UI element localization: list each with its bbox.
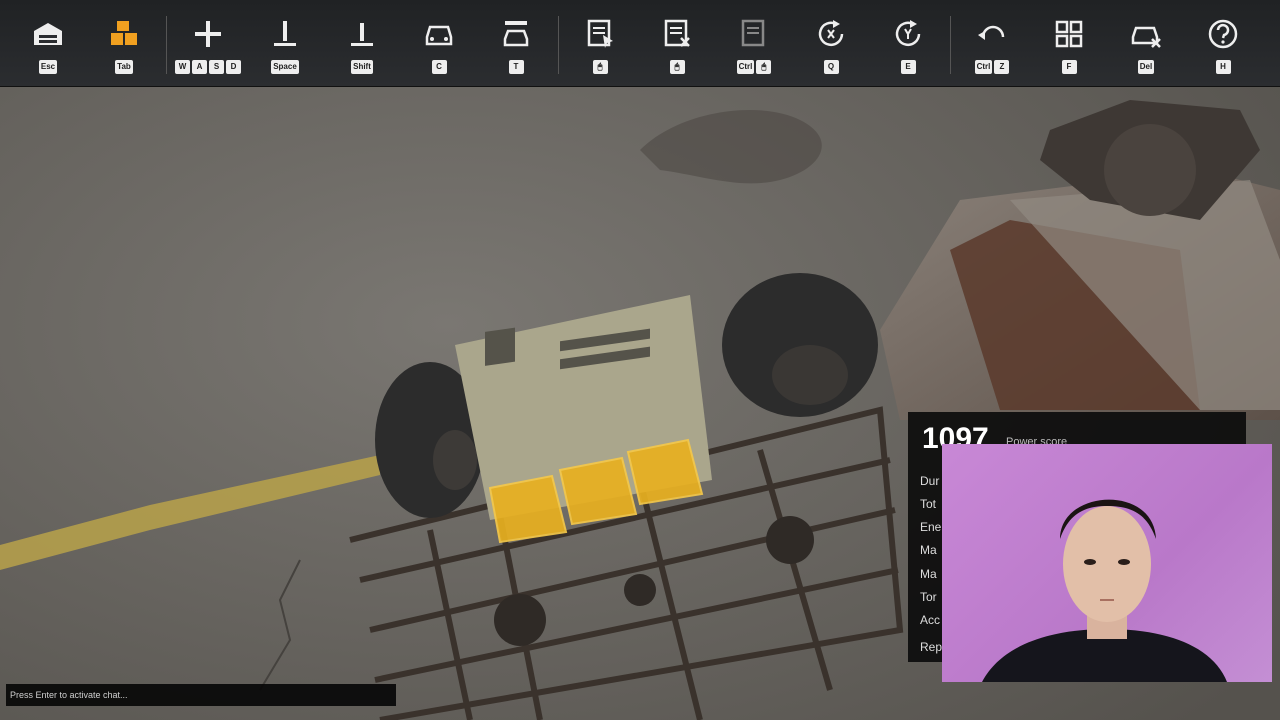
keybind: C [403,60,475,74]
stat-label: Ma [920,543,937,557]
car-delete-icon [1126,14,1166,54]
keybind: T [480,60,552,74]
place-part-button[interactable]: 🖱 [564,14,636,78]
undo-button[interactable]: Ctrl Z [956,14,1028,78]
stat-label: Ene [920,520,942,534]
chat-input[interactable]: Press Enter to activate chat... [6,684,396,706]
move-button[interactable]: W A S D [172,14,244,78]
camera-down-icon [342,14,382,54]
stat-label: Acc [920,613,941,627]
undo-icon [972,14,1012,54]
streamer-figure [982,499,1227,682]
grid-icon [1049,14,1089,54]
keybind: F [1033,60,1105,74]
car-view-icon [419,14,459,54]
remove-part-button[interactable]: 🖱 [641,14,713,78]
place-part-icon [580,14,620,54]
move-icon [188,14,228,54]
garage-button[interactable]: Esc [12,14,84,78]
keybind: Del [1110,60,1182,74]
wheel-right-hub [772,345,848,405]
camera-up-button[interactable]: Space [249,14,321,78]
car-delete-button[interactable]: Del [1110,14,1182,78]
wheel-left-hub [433,430,477,490]
camera-up-icon [265,14,305,54]
paint-part-button[interactable]: Ctrl 🖱 [718,14,790,78]
keybind: Space [249,60,321,74]
keybind: Shift [326,60,398,74]
stat-label: Tot [920,497,937,511]
keybind: W A S D [172,60,244,74]
keybind: Ctrl Z [956,60,1028,74]
paint-part-icon [734,14,774,54]
rotate-y-button[interactable]: E [872,14,944,78]
help-icon [1203,14,1243,54]
keybind: E [872,60,944,74]
car-lift-button[interactable]: T [480,14,552,78]
toolbar-divider [166,16,167,74]
keybind: 🖱 [564,60,636,74]
stat-label: Dur [920,474,940,488]
rotate-x-icon [811,14,851,54]
camera-down-button[interactable]: Shift [326,14,398,78]
grid-button[interactable]: F [1033,14,1105,78]
stat-label: Tor [920,590,937,604]
keybind: Tab [88,60,160,74]
keybind: Q [795,60,867,74]
keybind: 🖱 [641,60,713,74]
webcam-overlay [942,444,1272,682]
keybind: Ctrl 🖱 [718,60,790,74]
turret-mount [1104,124,1196,216]
car-lift-icon [496,14,536,54]
keybind: H [1187,60,1259,74]
stat-label: Ma [920,567,937,581]
rotate-y-icon [888,14,928,54]
remove-part-icon [657,14,697,54]
parts-button[interactable]: Tab [88,14,160,78]
build-toolbar: Esc Tab W A S D Space Shift C T 🖱 🖱 Ctrl… [0,0,1280,87]
garage-icon [28,14,68,54]
stat-label: Rep [920,640,942,654]
car-view-button[interactable]: C [403,14,475,78]
toolbar-divider [950,16,951,74]
parts-icon [104,14,144,54]
toolbar-divider [558,16,559,74]
rotate-x-button[interactable]: Q [795,14,867,78]
help-button[interactable]: H [1187,14,1259,78]
keybind: Esc [12,60,84,74]
